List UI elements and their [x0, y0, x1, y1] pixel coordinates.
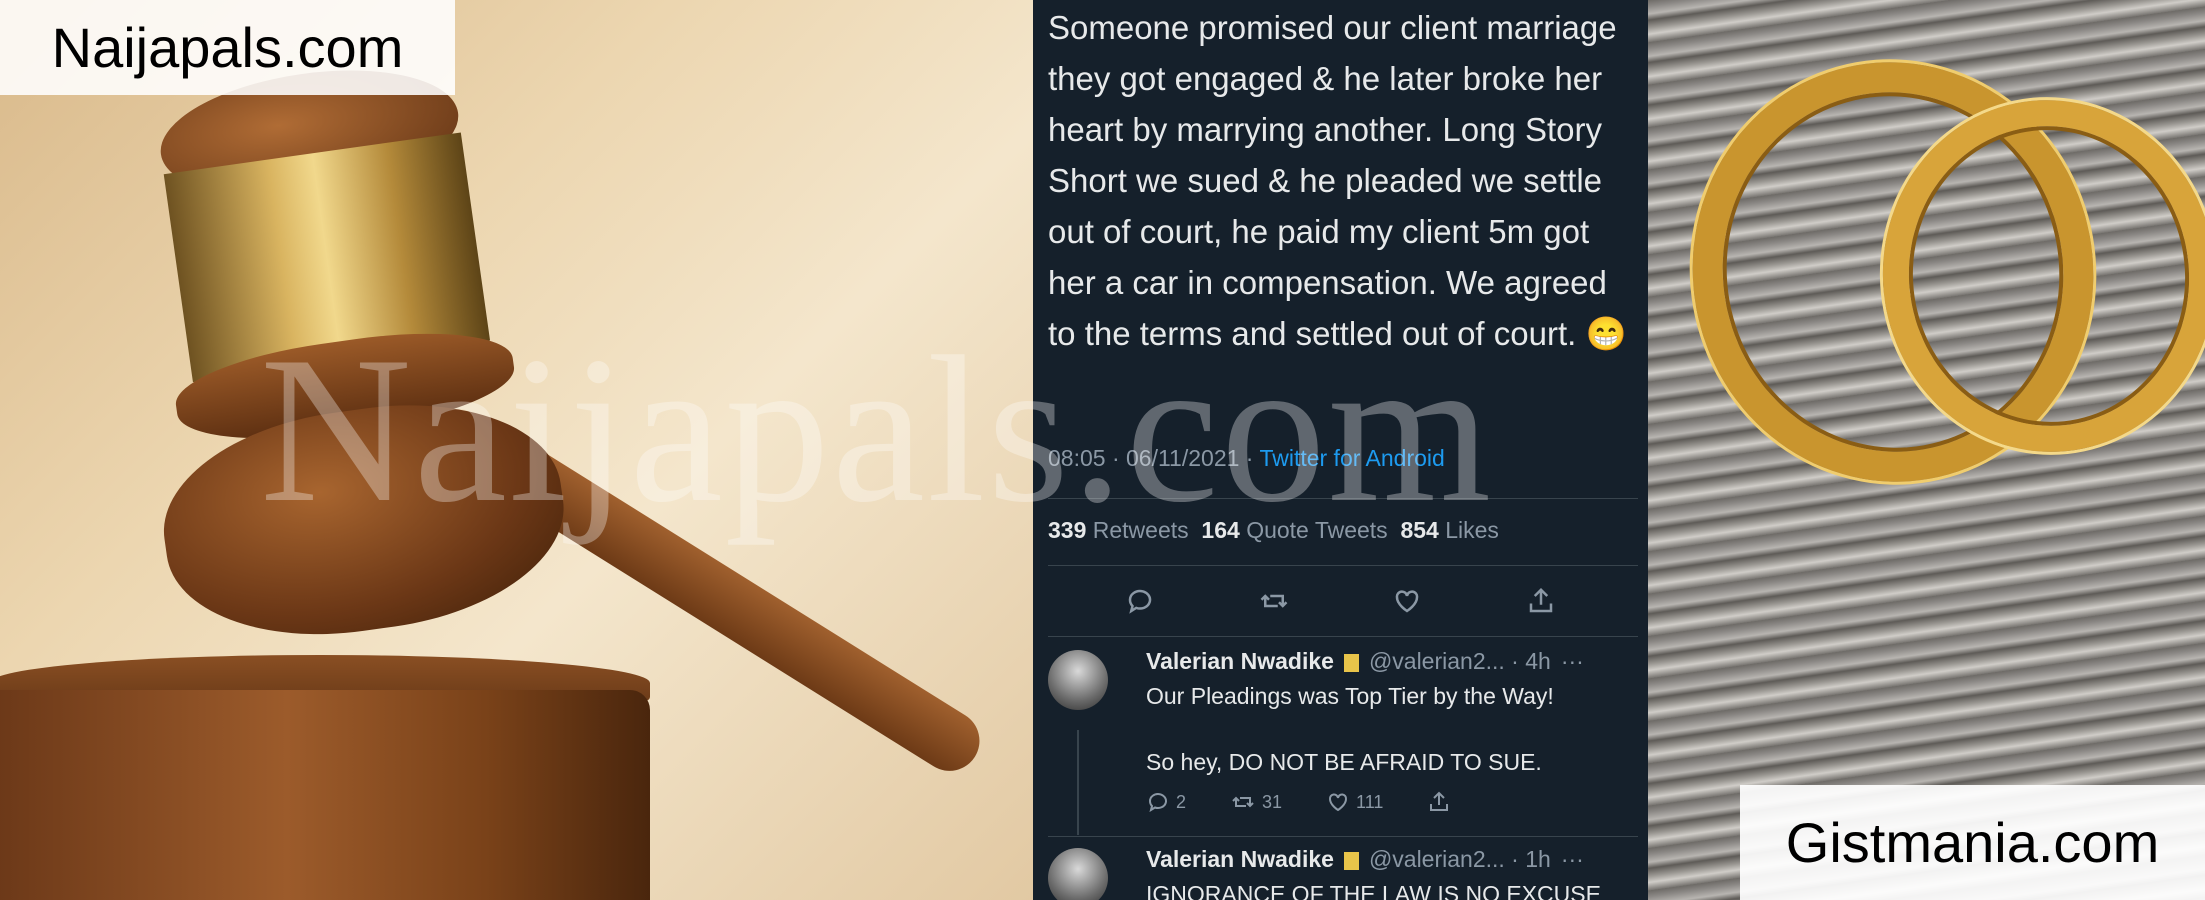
tweet-action-bar: [1033, 578, 1648, 624]
divider: [1048, 565, 1638, 566]
divider: [1048, 836, 1638, 837]
divider: [1048, 636, 1638, 637]
thread-line: [1077, 730, 1079, 835]
reply-icon[interactable]: [1146, 790, 1170, 814]
gavel-head: [93, 42, 607, 658]
sound-block: [0, 690, 650, 900]
like-icon[interactable]: [1326, 790, 1350, 814]
reply-handle[interactable]: @valerian2... · 4h: [1369, 648, 1551, 674]
gavel-photo-panel: Naijapals.com: [0, 0, 1033, 900]
share-icon[interactable]: [1427, 790, 1451, 814]
more-options-icon[interactable]: ···: [1561, 648, 1584, 674]
retweet-icon[interactable]: [1257, 584, 1291, 618]
reply-text-line: So hey, DO NOT BE AFRAID TO SUE.: [1146, 749, 1542, 775]
reply-author[interactable]: Valerian Nwadike @valerian2... · 4h ···: [1146, 648, 1584, 675]
tweet-text: Someone promised our client marriage the…: [1048, 9, 1627, 352]
reply-text-line: IGNORANCE OF THE LAW IS NO EXCUSE: [1146, 881, 1601, 900]
reply-text-line: Our Pleadings was Top Tier by the Way!: [1146, 683, 1554, 709]
reply-retweet-count: 31: [1262, 791, 1283, 812]
wedding-rings-photo-panel: Gistmania.com: [1648, 0, 2205, 900]
reply-reply-count: 2: [1176, 791, 1187, 812]
quotes-label[interactable]: Quote Tweets: [1246, 517, 1388, 543]
reply-icon[interactable]: [1123, 584, 1157, 618]
likes-label[interactable]: Likes: [1445, 517, 1499, 543]
tweet-screenshot-panel: Someone promised our client marriage the…: [1033, 0, 1648, 900]
tweet-timestamp: 08:05 · 06/11/2021 · Twitter for Android: [1048, 445, 1445, 472]
tweet-stats: 339 Retweets 164 Quote Tweets 854 Likes: [1048, 517, 1499, 544]
verified-badge-icon: [1343, 851, 1359, 870]
more-options-icon[interactable]: ···: [1561, 846, 1584, 872]
retweet-icon[interactable]: [1230, 790, 1256, 814]
verified-badge-icon: [1343, 653, 1359, 672]
avatar[interactable]: [1048, 848, 1108, 900]
reply-author-name[interactable]: Valerian Nwadike: [1146, 846, 1334, 872]
tweet-time: 08:05 · 06/11/2021 ·: [1048, 445, 1260, 471]
reply-like-count: 111: [1356, 791, 1384, 812]
share-icon[interactable]: [1524, 584, 1558, 618]
tweet-source-link[interactable]: Twitter for Android: [1259, 445, 1444, 471]
like-count[interactable]: 854: [1400, 517, 1438, 543]
avatar[interactable]: [1048, 650, 1108, 710]
reply-action-bar: 2 31 111: [1146, 790, 1451, 814]
divider: [1048, 498, 1638, 499]
like-icon[interactable]: [1390, 584, 1424, 618]
retweets-label[interactable]: Retweets: [1093, 517, 1189, 543]
reply-author-name[interactable]: Valerian Nwadike: [1146, 648, 1334, 674]
retweet-count[interactable]: 339: [1048, 517, 1086, 543]
quote-count[interactable]: 164: [1201, 517, 1239, 543]
naijapals-site-label: Naijapals.com: [0, 0, 455, 95]
gistmania-site-label: Gistmania.com: [1740, 785, 2205, 900]
reply-handle[interactable]: @valerian2... · 1h: [1369, 846, 1551, 872]
reply-author[interactable]: Valerian Nwadike @valerian2... · 1h ···: [1146, 846, 1584, 873]
